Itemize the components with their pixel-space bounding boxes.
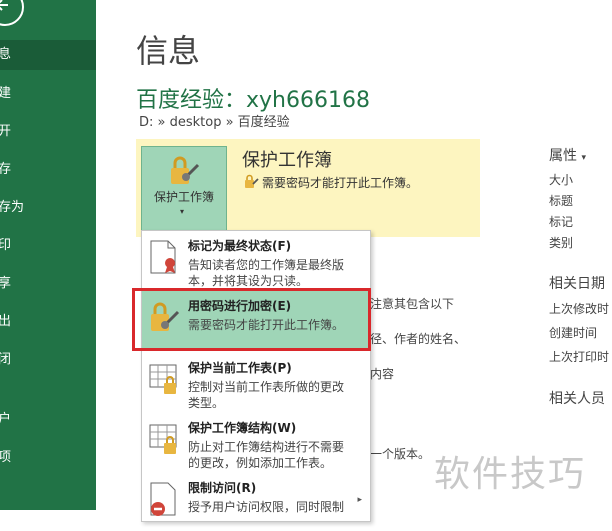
backstage-sidebar: 息 建 开 存 存为 印 享 出 闭 户 项 [0,0,96,510]
protect-workbook-menu: 标记为最终状态(F) 告知读者您的工作簿是最终版 本，并将其设为只读。 用密码进… [141,230,371,522]
document-ribbon-icon [150,240,176,274]
protect-workbook-heading: 保护工作簿 [242,150,332,171]
document-title: 百度经验：xyh666168 [136,88,370,113]
last-modified-label: 上次修改时 [549,302,610,316]
nav-item-new[interactable]: 建 [0,79,96,109]
protect-workbook-button-label: 保护工作簿 [153,190,214,204]
page-title: 信息 [136,32,201,70]
created-label: 创建时间 [549,326,598,340]
property-category-label: 类别 [549,236,574,250]
workbook-lock-icon [149,424,177,454]
menu-item-protect-current-sheet[interactable]: 保护当前工作表(P) 控制对当前工作表所做的更改 类型。 [142,353,370,411]
document-path[interactable]: D: » desktop » 百度经验 [139,111,290,130]
small-lock-icon [245,174,259,188]
chevron-down-icon: ▾ [180,207,185,216]
inspect-text-line1: 注意其包含以下 [370,297,455,311]
nav-item-save-as[interactable]: 存为 [0,193,96,223]
nav-item-save[interactable]: 存 [0,155,96,185]
nav-item-export[interactable]: 出 [0,307,96,337]
nav-item-share[interactable]: 享 [0,269,96,299]
nav-item-options[interactable]: 项 [0,443,96,473]
lock-icon [171,156,200,184]
menu-item-protect-workbook-structure[interactable]: 保护工作簿结构(W) 防止对工作簿结构进行不需要 的更改，例如添加工作表。 [142,413,370,471]
restrict-access-icon [150,482,176,516]
nav-item-info[interactable]: 息 [0,40,96,70]
nav-item-open[interactable]: 开 [0,117,96,147]
highlight-annotation-box [132,288,371,351]
chevron-down-icon: ▾ [581,153,586,163]
last-printed-label: 上次打印时 [549,350,610,364]
property-title-label: 标题 [549,194,574,208]
menu-item-restrict-access[interactable]: 限制访问(R) 授予用户访问权限，同时限制 ▸ [142,473,370,531]
menu-item-mark-as-final[interactable]: 标记为最终状态(F) 告知读者您的工作簿是最终版 本，并将其设为只读。 [142,231,370,289]
properties-heading[interactable]: 属性 ▾ [549,145,586,165]
property-size-label: 大小 [549,173,574,187]
chevron-right-icon: ▸ [357,495,362,505]
nav-item-account[interactable]: 户 [0,405,96,435]
nav-item-close[interactable]: 闭 [0,345,96,375]
inspect-text-line3: 内容 [370,367,395,381]
protect-workbook-description: 需要密码才能打开此工作簿。 [262,176,419,190]
versions-text: 一个版本。 [370,447,431,461]
nav-item-print[interactable]: 印 [0,231,96,261]
inspect-text-line2: 径、作者的姓名、 [370,332,467,346]
watermark-text: 软件技巧 [434,454,587,495]
property-tags-label: 标记 [549,215,574,229]
back-arrow-icon[interactable] [0,0,24,26]
related-dates-heading: 相关日期 [549,276,605,292]
sheet-lock-icon [149,364,177,394]
related-people-heading: 相关人员 [549,391,605,407]
protect-workbook-button[interactable]: 保护工作簿 ▾ [141,146,227,232]
